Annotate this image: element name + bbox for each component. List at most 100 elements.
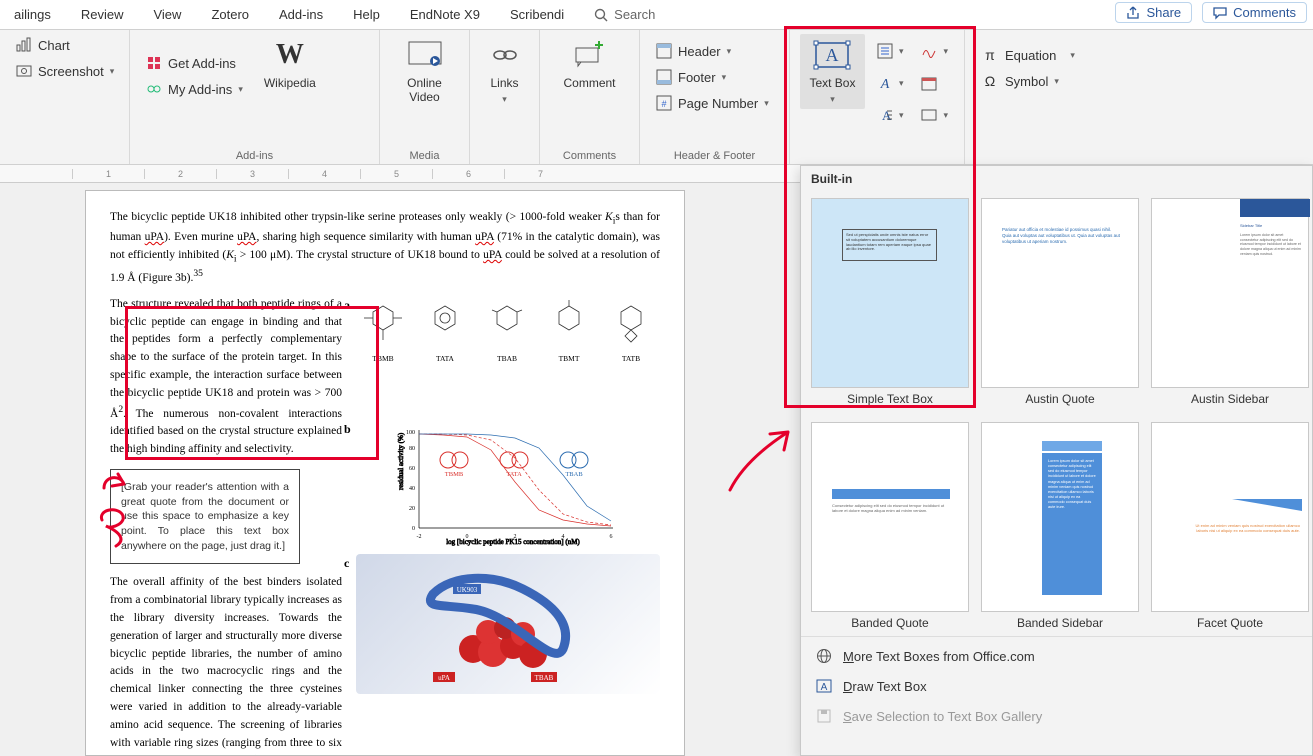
pagenum-icon: #	[656, 95, 672, 111]
header-button[interactable]: Header ▾	[650, 40, 779, 62]
doc-paragraph[interactable]: The structure revealed that both peptide…	[110, 296, 342, 459]
svg-text:0: 0	[412, 526, 415, 532]
svg-text:60: 60	[409, 466, 415, 472]
document-page[interactable]: The bicyclic peptide UK18 inhibited othe…	[85, 190, 685, 756]
svg-text:TBMB: TBMB	[445, 471, 464, 478]
more-textboxes-menu[interactable]: MMore Text Boxes from Office.comore Text…	[801, 641, 1312, 671]
group-addins-label: Add-ins	[140, 148, 369, 162]
globe-icon	[815, 647, 833, 665]
header-icon	[656, 43, 672, 59]
link-icon	[491, 45, 519, 65]
wikipedia-button[interactable]: W Wikipedia	[255, 34, 325, 94]
tab-mailings[interactable]: ailings	[6, 3, 59, 26]
gallery-thumb-austin-sidebar[interactable]: Sidebar Title Lorem ipsum dolor sit amet…	[1151, 198, 1309, 388]
object-button[interactable]: ▾	[915, 104, 954, 126]
svg-text:80: 80	[409, 446, 415, 452]
draw-textbox-icon: A	[815, 677, 833, 695]
svg-text:A: A	[821, 682, 828, 693]
links-button[interactable]: Links▾	[480, 34, 529, 109]
ribbon: Chart Screenshot ▾ Get Add-ins My Add-in…	[0, 30, 1313, 165]
get-addins-button[interactable]: Get Add-ins	[140, 52, 249, 74]
gallery-caption: Austin Sidebar	[1151, 392, 1309, 406]
date-icon	[921, 75, 937, 91]
gallery-thumb-banded-sidebar[interactable]: Lorem ipsum dolor sit amet consectetur a…	[981, 422, 1139, 612]
footer-button[interactable]: Footer ▾	[650, 66, 779, 88]
tab-review[interactable]: Review	[73, 3, 132, 26]
group-comments-label: Comments	[550, 148, 629, 162]
dropcap-icon: A	[877, 107, 893, 123]
my-addins-button[interactable]: My Add-ins ▾	[140, 78, 249, 100]
comments-button[interactable]: Comments	[1202, 2, 1307, 23]
online-video-button[interactable]: Online Video	[390, 34, 459, 109]
save-selection-menu: Save Selection to Text Box Gallery	[801, 701, 1312, 731]
datetime-button[interactable]	[915, 72, 954, 94]
svg-text:20: 20	[409, 506, 415, 512]
equation-button[interactable]: π Equation ▾	[975, 44, 1105, 66]
symbol-icon: Ω	[981, 73, 999, 89]
addin-icon	[146, 81, 162, 97]
screenshot-icon	[16, 63, 32, 79]
figure-panel-a: TBMB TATA TBAB TBMT TATB	[356, 296, 660, 416]
svg-text:Ω: Ω	[985, 73, 995, 89]
gallery-caption: Banded Quote	[811, 616, 969, 630]
search-placeholder: Search	[614, 7, 655, 22]
text-box-callout[interactable]: [Grab your reader's attention with a gre…	[110, 469, 300, 564]
tab-zotero[interactable]: Zotero	[203, 3, 257, 26]
share-icon	[1126, 6, 1140, 20]
signature-icon	[921, 43, 937, 59]
share-button[interactable]: Share	[1115, 2, 1192, 23]
parts-icon	[877, 43, 893, 59]
signature-button[interactable]: ▾	[915, 40, 954, 62]
svg-text:4: 4	[562, 534, 565, 540]
gallery-caption: Austin Quote	[981, 392, 1139, 406]
search-icon	[594, 8, 608, 22]
tab-scribendi[interactable]: Scribendi	[502, 3, 572, 26]
quick-parts-button[interactable]: ▾	[871, 40, 910, 62]
ribbon-tabs: ailings Review View Zotero Add-ins Help …	[0, 0, 1313, 30]
store-icon	[146, 55, 162, 71]
svg-text:40: 40	[409, 486, 415, 492]
gallery-thumb-banded-quote[interactable]: Consectetur adipiscing elit sed do eiusm…	[811, 422, 969, 612]
figure-panel-b: residual activity (%) log [bicyclic pept…	[356, 420, 660, 550]
svg-text:0: 0	[466, 534, 469, 540]
doc-paragraph[interactable]: The overall affinity of the best binders…	[110, 574, 342, 756]
comment-icon	[1213, 6, 1227, 20]
svg-text:uPA: uPA	[438, 674, 450, 682]
equation-icon: π	[981, 47, 999, 63]
gallery-caption: Banded Sidebar	[981, 616, 1139, 630]
gallery-thumb-facet-quote[interactable]: Ut enim ad minim veniam quis nostrud exe…	[1151, 422, 1309, 612]
svg-text:6: 6	[610, 534, 613, 540]
tab-help[interactable]: Help	[345, 3, 388, 26]
screenshot-button[interactable]: Screenshot ▾	[10, 60, 119, 82]
comment-button[interactable]: Comment	[555, 34, 625, 94]
svg-text:UK903: UK903	[457, 586, 478, 594]
video-icon	[408, 41, 442, 69]
text-box-button[interactable]: A Text Box▾	[800, 34, 865, 109]
svg-text:-2: -2	[417, 534, 422, 540]
draw-textbox-menu[interactable]: A Draw Text Box	[801, 671, 1312, 701]
chart-icon	[16, 37, 32, 53]
gallery-caption: Facet Quote	[1151, 616, 1309, 630]
chart-button[interactable]: Chart	[10, 34, 119, 56]
gallery-thumb-austin-quote[interactable]: Pariatur aut officia et molestiae id pos…	[981, 198, 1139, 388]
wikipedia-icon: W	[273, 38, 307, 72]
svg-text:π: π	[985, 47, 995, 63]
tab-view[interactable]: View	[145, 3, 189, 26]
group-headerfooter-label: Header & Footer	[650, 148, 779, 162]
search-box[interactable]: Search	[586, 5, 663, 24]
tab-addins[interactable]: Add-ins	[271, 3, 331, 26]
dropcap-button[interactable]: A▾	[871, 104, 910, 126]
new-comment-icon	[575, 42, 605, 68]
wordart-button[interactable]: A▾	[871, 72, 910, 94]
svg-text:TATA: TATA	[506, 471, 522, 478]
wordart-icon: A	[877, 75, 893, 91]
doc-paragraph[interactable]: The bicyclic peptide UK18 inhibited othe…	[110, 209, 660, 288]
textbox-icon: A	[815, 42, 849, 68]
figure-panel-c: UK903 uPA TBAB	[356, 554, 660, 694]
svg-text:100: 100	[406, 430, 415, 436]
page-number-button[interactable]: # Page Number ▾	[650, 92, 779, 114]
svg-text:TBAB: TBAB	[565, 471, 583, 478]
symbol-button[interactable]: Ω Symbol ▾	[975, 70, 1105, 92]
gallery-thumb-simple[interactable]: Sed ut perspiciatis unde omnis iste natu…	[811, 198, 969, 388]
tab-endnote[interactable]: EndNote X9	[402, 3, 488, 26]
